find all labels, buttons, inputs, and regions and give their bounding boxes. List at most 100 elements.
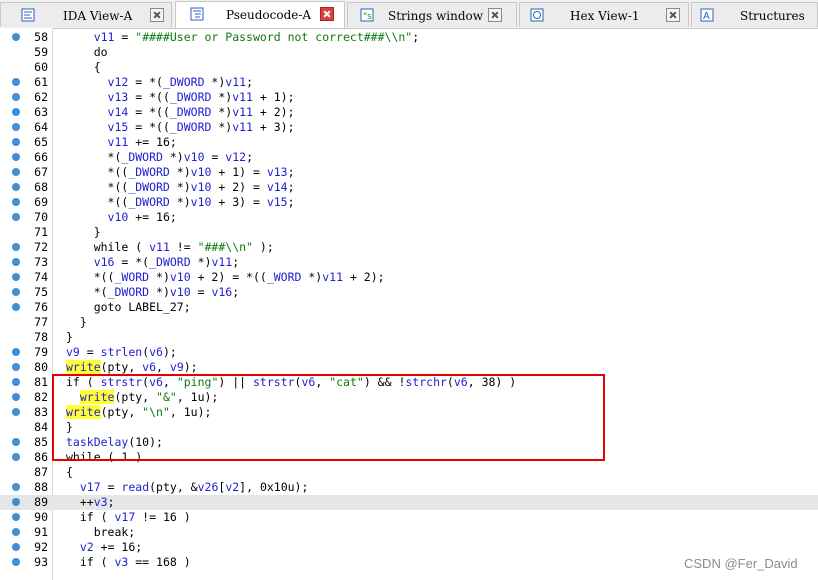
close-icon[interactable] [666,8,680,22]
line-number: 89 [34,495,48,509]
code-line[interactable]: 64 v15 = *((_DWORD *)v11 + 3); [0,120,818,135]
code-line[interactable]: 59 do [0,45,818,60]
code-line[interactable]: 92 v2 += 16; [0,540,818,555]
code-line[interactable]: 66 *(_DWORD *)v10 = v12; [0,150,818,165]
line-number: 84 [34,420,48,434]
code-line[interactable]: 87 { [0,465,818,480]
tab-hex-view-1[interactable]: Hex View-1 [519,2,689,27]
code-line[interactable]: 70 v10 += 16; [0,210,818,225]
code-line[interactable]: 61 v12 = *(_DWORD *)v11; [0,75,818,90]
code-text: ++v3; [66,495,115,509]
breakpoint-dot-icon[interactable] [12,483,20,491]
code-line[interactable]: 89 ++v3; [0,495,818,510]
breakpoint-dot-icon[interactable] [12,153,20,161]
line-number: 62 [34,90,48,104]
code-line[interactable]: 79 v9 = strlen(v6); [0,345,818,360]
code-text: while ( v11 != "###\\n" ); [66,240,274,254]
breakpoint-dot-icon[interactable] [12,378,20,386]
line-number: 59 [34,45,48,59]
code-text: *(_DWORD *)v10 = v12; [66,150,253,164]
breakpoint-dot-icon[interactable] [12,93,20,101]
code-line[interactable]: 90 if ( v17 != 16 ) [0,510,818,525]
strings-icon: "s [360,8,374,22]
line-number: 91 [34,525,48,539]
tab-strings-window[interactable]: "s Strings window [347,2,517,27]
code-text: break; [66,525,136,539]
breakpoint-dot-icon[interactable] [12,528,20,536]
code-line[interactable]: 60 { [0,60,818,75]
code-line[interactable]: 72 while ( v11 != "###\\n" ); [0,240,818,255]
code-line[interactable]: 58 v11 = "####User or Password not corre… [0,30,818,45]
code-line[interactable]: 78} [0,330,818,345]
breakpoint-dot-icon[interactable] [12,288,20,296]
breakpoint-dot-icon[interactable] [12,453,20,461]
code-text: if ( v3 == 168 ) [66,555,191,569]
tab-label: Pseudocode-A [226,8,312,22]
tab-ida-view-a[interactable]: IDA View-A [0,2,172,27]
line-number: 65 [34,135,48,149]
breakpoint-dot-icon[interactable] [12,558,20,566]
code-text: v11 += 16; [107,135,177,149]
code-line[interactable]: 68 *((_DWORD *)v10 + 2) = v14; [0,180,818,195]
breakpoint-dot-icon[interactable] [12,78,20,86]
code-line[interactable]: 63 v14 = *((_DWORD *)v11 + 2); [0,105,818,120]
line-number: 82 [34,390,48,404]
line-number: 88 [34,480,48,494]
code-line[interactable]: 91 break; [0,525,818,540]
breakpoint-dot-icon[interactable] [12,213,20,221]
breakpoint-dot-icon[interactable] [12,408,20,416]
code-text: *((_WORD *)v10 + 2) = *((_WORD *)v11 + 2… [66,270,385,284]
close-icon[interactable] [150,8,164,22]
code-line[interactable]: 80 write(pty, v6, v9); [0,360,818,375]
breakpoint-dot-icon[interactable] [12,273,20,281]
line-number: 73 [34,255,48,269]
breakpoint-dot-icon[interactable] [12,348,20,356]
pseudocode-icon [190,7,204,21]
pseudocode-view[interactable]: 58 v11 = "####User or Password not corre… [0,28,818,580]
breakpoint-dot-icon[interactable] [12,243,20,251]
breakpoint-dot-icon[interactable] [12,168,20,176]
breakpoint-dot-icon[interactable] [12,303,20,311]
code-line[interactable]: 88 v17 = read(pty, &v26[v2], 0x10u); [0,480,818,495]
code-line[interactable]: 73 v16 = *(_DWORD *)v11; [0,255,818,270]
breakpoint-dot-icon[interactable] [12,438,20,446]
line-number: 80 [34,360,48,374]
breakpoint-dot-icon[interactable] [12,198,20,206]
breakpoint-dot-icon[interactable] [12,393,20,401]
breakpoint-dot-icon[interactable] [12,543,20,551]
breakpoint-dot-icon[interactable] [12,498,20,506]
breakpoint-dot-icon[interactable] [12,123,20,131]
code-line[interactable]: 74 *((_WORD *)v10 + 2) = *((_WORD *)v11 … [0,270,818,285]
close-icon[interactable] [488,8,502,22]
code-text: v11 = "####User or Password not correct#… [93,30,420,44]
code-line[interactable]: 69 *((_DWORD *)v10 + 3) = v15; [0,195,818,210]
code-text: v13 = *((_DWORD *)v11 + 1); [107,90,295,104]
breakpoint-dot-icon[interactable] [12,363,20,371]
code-line[interactable]: 76 goto LABEL_27; [0,300,818,315]
code-line[interactable]: 71 } [0,225,818,240]
code-text: } [66,225,101,239]
code-text: v16 = *(_DWORD *)v11; [93,255,240,269]
breakpoint-dot-icon[interactable] [12,258,20,266]
line-number: 75 [34,285,48,299]
code-line[interactable]: 62 v13 = *((_DWORD *)v11 + 1); [0,90,818,105]
code-line[interactable]: 75 *(_DWORD *)v10 = v16; [0,285,818,300]
breakpoint-dot-icon[interactable] [12,33,20,41]
line-number: 93 [34,555,48,569]
annotation-box [52,374,605,461]
tab-label: Hex View-1 [570,9,640,23]
breakpoint-dot-icon[interactable] [12,108,20,116]
code-line[interactable]: 67 *((_DWORD *)v10 + 1) = v13; [0,165,818,180]
tab-pseudocode-a[interactable]: Pseudocode-A [175,1,345,28]
breakpoint-dot-icon[interactable] [12,513,20,521]
line-number: 83 [34,405,48,419]
breakpoint-dot-icon[interactable] [12,183,20,191]
line-number: 64 [34,120,48,134]
line-number: 60 [34,60,48,74]
code-line[interactable]: 77 } [0,315,818,330]
code-text: } [66,315,87,329]
breakpoint-dot-icon[interactable] [12,138,20,146]
tab-structures[interactable]: A Structures [691,2,818,27]
code-line[interactable]: 65 v11 += 16; [0,135,818,150]
close-icon[interactable] [320,7,334,21]
